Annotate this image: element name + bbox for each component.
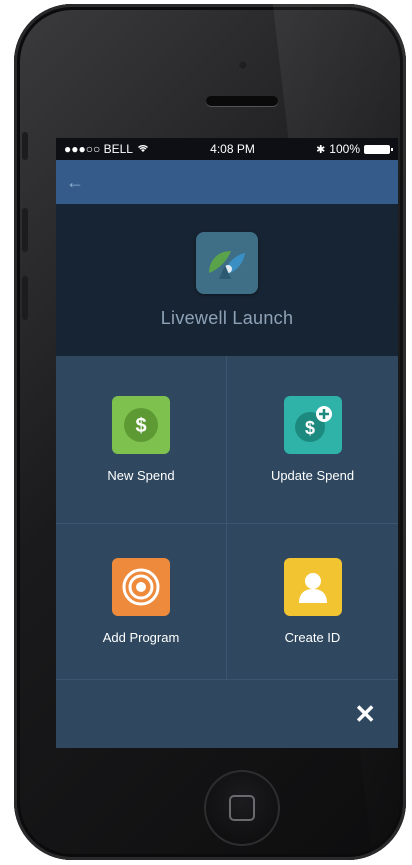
phone-screen: ●●●○○ BELL 4:08 PM ✱ 100% ← Livewell Lau… xyxy=(56,138,398,748)
new-spend-label: New Spend xyxy=(107,468,175,483)
dollar-plus-icon: $ xyxy=(283,396,342,454)
earpiece-speaker xyxy=(206,96,278,106)
silent-switch xyxy=(22,132,28,160)
svg-text:$: $ xyxy=(304,418,314,438)
volume-down-button xyxy=(22,276,28,320)
update-spend-label: Update Spend xyxy=(270,468,355,483)
dollar-icon: $ xyxy=(112,396,170,454)
wifi-icon xyxy=(137,142,149,156)
home-square-icon xyxy=(229,795,255,821)
bluetooth-icon: ✱ xyxy=(316,143,326,156)
status-bar: ●●●○○ BELL 4:08 PM ✱ 100% xyxy=(56,138,398,160)
add-program-label: Add Program xyxy=(102,630,180,645)
app-header: Livewell Launch xyxy=(56,204,398,356)
volume-up-button xyxy=(22,208,28,252)
nav-bar: ← xyxy=(56,160,398,204)
svg-text:$: $ xyxy=(135,415,146,437)
app-title: Livewell Launch xyxy=(160,307,294,328)
clock: 4:08 PM xyxy=(210,142,255,156)
carrier-label: ●●●○○ BELL xyxy=(64,142,133,156)
back-arrow-icon[interactable]: ← xyxy=(66,172,84,193)
close-icon[interactable]: ✕ xyxy=(354,701,376,727)
update-spend-tile[interactable]: $ Update Spend xyxy=(227,356,398,524)
create-id-label: Create ID xyxy=(284,630,341,645)
leaf-logo-icon xyxy=(209,250,245,279)
home-button[interactable] xyxy=(204,770,280,846)
create-id-tile[interactable]: Create ID xyxy=(227,524,398,680)
app-logo xyxy=(196,231,258,294)
footer-bar: ✕ xyxy=(56,680,398,748)
front-camera xyxy=(238,60,248,70)
person-icon xyxy=(283,558,342,616)
battery-icon xyxy=(364,144,393,154)
battery-percent: 100% xyxy=(329,142,360,156)
add-program-tile[interactable]: Add Program xyxy=(56,524,227,680)
new-spend-tile[interactable]: $ New Spend xyxy=(56,356,227,524)
target-icon xyxy=(112,558,170,616)
action-grid: $ New Spend $ Update Spend Add Program C… xyxy=(56,356,398,680)
